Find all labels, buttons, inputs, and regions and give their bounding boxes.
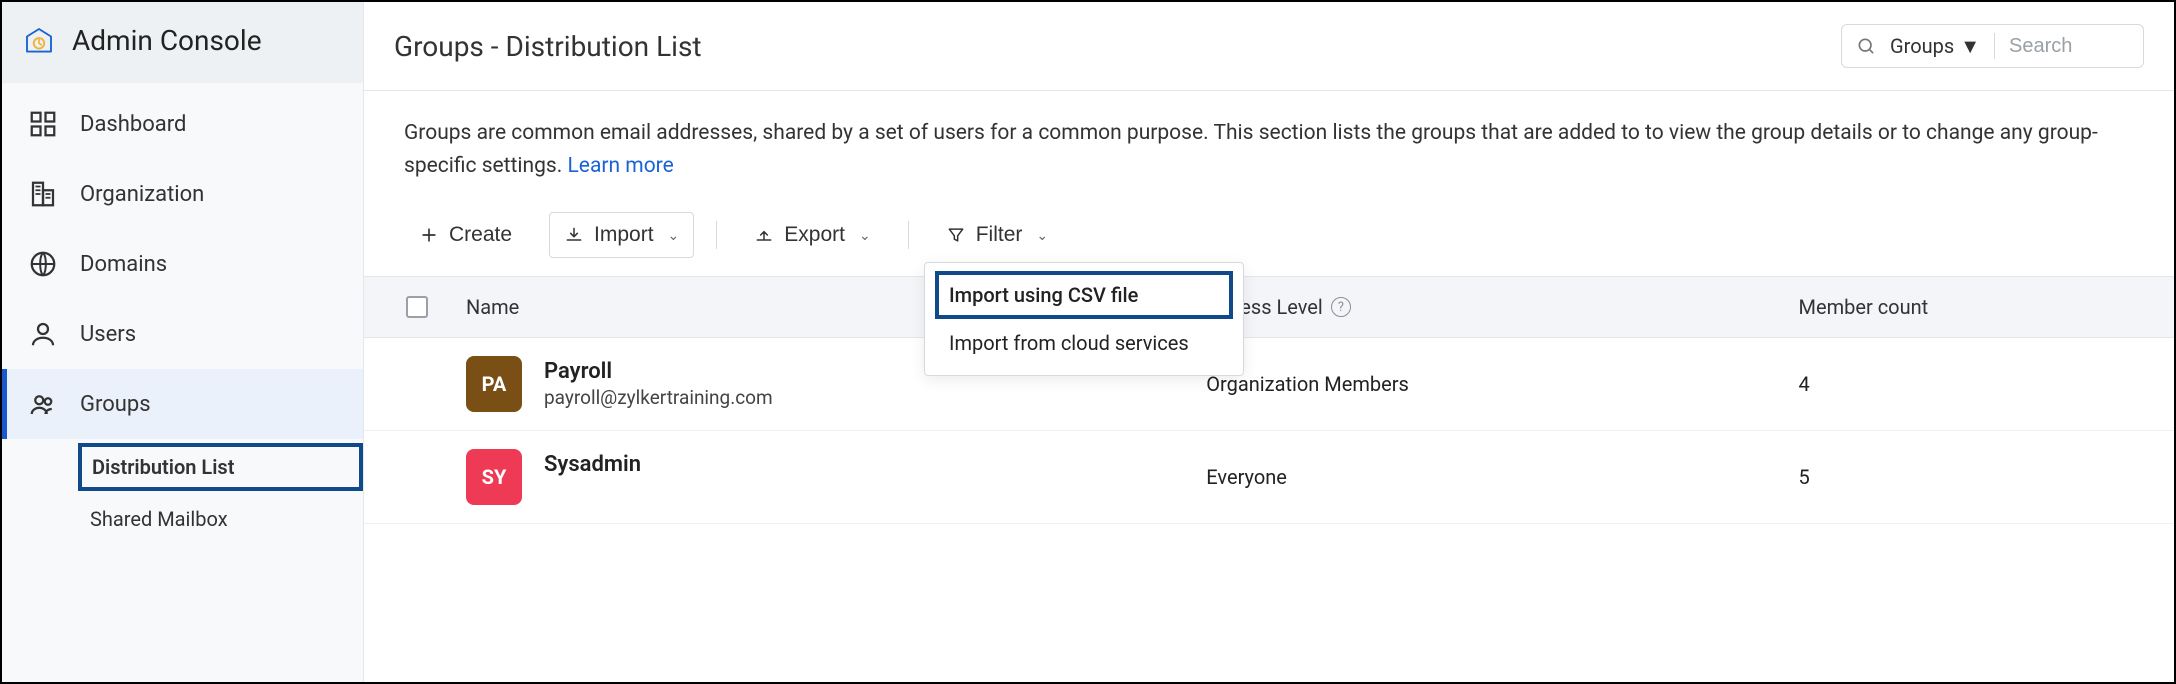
groups-table: Name Access Level ? Member count PA Payr… — [364, 276, 2174, 524]
group-name: Payroll — [544, 359, 773, 384]
group-name: Sysadmin — [544, 452, 798, 477]
search-scope-label: Groups — [1890, 34, 1954, 58]
table-header: Name Access Level ? Member count — [364, 277, 2174, 338]
group-access: Organization Members — [1206, 372, 1798, 396]
toolbar: Create Import ⌄ Export ⌄ — [364, 190, 2174, 276]
sidebar-item-users[interactable]: Users — [2, 299, 363, 369]
brand-title: Admin Console — [72, 24, 262, 57]
subnav-distribution-list[interactable]: Distribution List — [78, 443, 363, 491]
import-button[interactable]: Import ⌄ — [549, 212, 694, 258]
create-button[interactable]: Create — [404, 212, 527, 258]
chevron-down-icon: ⌄ — [859, 227, 871, 244]
select-all-checkbox[interactable] — [406, 296, 428, 318]
help-icon[interactable]: ? — [1331, 297, 1351, 317]
sidebar-nav: Dashboard Organization Domains Users — [2, 83, 363, 553]
search-input[interactable] — [2009, 35, 2129, 58]
import-dropdown: Import using CSV file Import from cloud … — [924, 262, 1244, 376]
group-count: 4 — [1799, 372, 2144, 396]
group-count: 5 — [1799, 465, 2144, 489]
sidebar-label: Users — [80, 322, 136, 347]
subnav-label: Shared Mailbox — [90, 507, 228, 531]
sidebar-item-groups[interactable]: Groups — [2, 369, 363, 439]
sidebar-label: Organization — [80, 182, 204, 207]
filter-icon — [946, 225, 966, 245]
toolbar-separator — [716, 221, 717, 249]
dropdown-item-label: Import using CSV file — [949, 283, 1138, 307]
sidebar-subnav: Distribution List Shared Mailbox — [2, 439, 363, 553]
page-title: Groups - Distribution List — [394, 30, 1817, 63]
sidebar: Admin Console Dashboard Organization Dom… — [2, 2, 364, 682]
sidebar-label: Groups — [80, 392, 151, 417]
column-access[interactable]: Access Level ? — [1206, 295, 1798, 319]
avatar: PA — [466, 356, 522, 412]
sidebar-item-organization[interactable]: Organization — [2, 159, 363, 229]
groups-icon — [28, 389, 58, 419]
main: Groups - Distribution List Groups ▼ Grou… — [364, 2, 2174, 682]
globe-icon — [28, 249, 58, 279]
search-icon — [1856, 36, 1876, 56]
avatar: SY — [466, 449, 522, 505]
table-row[interactable]: SY Sysadmin sysadmin@zylkertraining.com … — [364, 431, 2174, 524]
subnav-label: Distribution List — [92, 455, 234, 479]
chevron-down-icon: ⌄ — [1036, 227, 1048, 244]
button-label: Export — [784, 223, 845, 247]
brand-logo-icon — [24, 26, 54, 56]
caret-down-icon: ▼ — [1960, 34, 1980, 59]
header: Groups - Distribution List Groups ▼ — [364, 2, 2174, 91]
group-access: Everyone — [1206, 465, 1798, 489]
learn-more-link[interactable]: Learn more — [568, 154, 674, 178]
import-csv-option[interactable]: Import using CSV file — [935, 271, 1233, 319]
import-cloud-option[interactable]: Import from cloud services — [935, 319, 1233, 367]
filter-button[interactable]: Filter ⌄ — [931, 212, 1063, 258]
description: Groups are common email addresses, share… — [364, 91, 2174, 190]
upload-icon — [754, 225, 774, 245]
sidebar-label: Dashboard — [80, 112, 186, 137]
export-button[interactable]: Export ⌄ — [739, 212, 885, 258]
subnav-shared-mailbox[interactable]: Shared Mailbox — [78, 497, 363, 541]
download-icon — [564, 225, 584, 245]
chevron-down-icon: ⌄ — [668, 227, 680, 244]
dropdown-item-label: Import from cloud services — [949, 331, 1189, 355]
search-divider — [1994, 33, 1995, 59]
searchbar[interactable]: Groups ▼ — [1841, 24, 2144, 68]
dashboard-icon — [28, 109, 58, 139]
organization-icon — [28, 179, 58, 209]
sidebar-item-dashboard[interactable]: Dashboard — [2, 89, 363, 159]
button-label: Create — [449, 223, 512, 247]
plus-icon — [419, 225, 439, 245]
search-scope[interactable]: Groups ▼ — [1890, 34, 1980, 59]
toolbar-separator — [908, 221, 909, 249]
brand: Admin Console — [2, 2, 363, 83]
button-label: Import — [594, 223, 654, 247]
column-count[interactable]: Member count — [1799, 295, 2144, 319]
sidebar-label: Domains — [80, 252, 167, 277]
group-email: payroll@zylkertraining.com — [544, 386, 773, 409]
button-label: Filter — [976, 223, 1023, 247]
sidebar-item-domains[interactable]: Domains — [2, 229, 363, 299]
table-row[interactable]: PA Payroll payroll@zylkertraining.com Or… — [364, 338, 2174, 431]
user-icon — [28, 319, 58, 349]
